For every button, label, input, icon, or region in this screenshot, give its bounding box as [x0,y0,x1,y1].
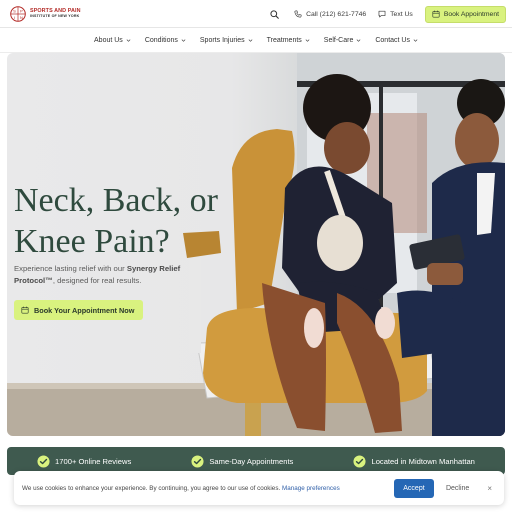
text-us-link[interactable]: Text Us [378,10,413,18]
chevron-down-icon [413,38,418,42]
nav-item-sports-injuries[interactable]: Sports Injuries [200,37,253,44]
nav-item-treatments[interactable]: Treatments [267,37,310,44]
top-header: S P I N SPORTS AND PAIN INSTITUTE OF NEW… [0,0,512,28]
book-now-button[interactable]: Book Your Appointment Now [14,300,144,320]
chevron-down-icon [305,38,310,42]
text-us-label: Text Us [390,10,413,18]
book-appointment-button[interactable]: Book Appointment [424,5,506,23]
accept-cookies-button[interactable]: Accept [393,478,434,498]
nav-item-self-care[interactable]: Self-Care [324,37,362,44]
cookie-banner: We use cookies to enhance your experienc… [14,471,504,505]
check-circle-icon [191,454,204,468]
calendar-icon [21,306,29,314]
nav-item-conditions[interactable]: Conditions [145,37,186,44]
site-logo[interactable]: S P I N SPORTS AND PAIN INSTITUTE OF NEW… [10,6,81,22]
hero-subtitle-part1: Experience lasting relief with our [14,264,127,273]
svg-text:N: N [20,15,23,20]
search-button[interactable] [266,6,282,22]
logo-subtitle: INSTITUTE OF NEW YORK [30,14,80,19]
nav-item-about-us[interactable]: About Us [94,37,131,44]
manage-preferences-link[interactable]: Manage preferences [282,485,340,492]
check-circle-icon [37,454,50,468]
svg-text:I: I [14,15,15,20]
hero-section: Neck, Back, or Knee Pain? Experience las… [7,53,505,436]
main-nav: About Us Conditions Sports Injuries Trea… [0,28,512,53]
feature-label: Located in Midtown Manhattan [371,456,475,466]
feature-location: Located in Midtown Manhattan [353,454,475,468]
phone-icon [294,10,302,18]
nav-label: Conditions [144,36,178,44]
nav-label: Self-Care [323,36,354,44]
svg-text:S: S [13,9,16,14]
calendar-icon [432,10,440,18]
call-link[interactable]: Call (212) 621-7746 [294,10,366,18]
chevron-down-icon [181,38,186,42]
nav-label: Treatments [266,36,302,44]
hero-title-line1: Neck, Back, or [14,182,218,219]
feature-label: Same-Day Appointments [209,456,294,466]
cookie-text: We use cookies to enhance your experienc… [22,484,281,492]
search-icon [269,9,279,19]
feature-reviews: 1700+ Online Reviews [37,454,132,468]
feature-label: 1700+ Online Reviews [55,456,132,466]
feature-same-day: Same-Day Appointments [191,454,294,468]
call-label: Call (212) 621-7746 [306,10,367,18]
book-now-label: Book Your Appointment Now [34,305,135,315]
decline-cookies-button[interactable]: Decline [446,485,469,492]
book-appointment-label: Book Appointment [443,10,499,18]
hero-subtitle: Experience lasting relief with our Syner… [14,263,214,287]
check-circle-icon [353,454,367,468]
chevron-down-icon [126,38,131,42]
svg-text:P: P [20,9,23,14]
nav-label: About Us [94,36,123,44]
hero-title-line2: Knee Pain? [14,223,170,260]
hero-title: Neck, Back, or Knee Pain? [14,180,274,262]
hero-subtitle-part2: , designed for real results. [52,276,142,285]
chat-icon [378,10,386,18]
nav-label: Contact Us [375,36,410,44]
nav-label: Sports Injuries [199,36,245,44]
close-icon[interactable]: × [487,484,492,493]
cookie-message: We use cookies to enhance your experienc… [22,485,394,492]
logo-mark-icon: S P I N [10,6,26,22]
chevron-down-icon [248,38,253,42]
nav-item-contact-us[interactable]: Contact Us [375,37,418,44]
chevron-down-icon [356,38,361,42]
